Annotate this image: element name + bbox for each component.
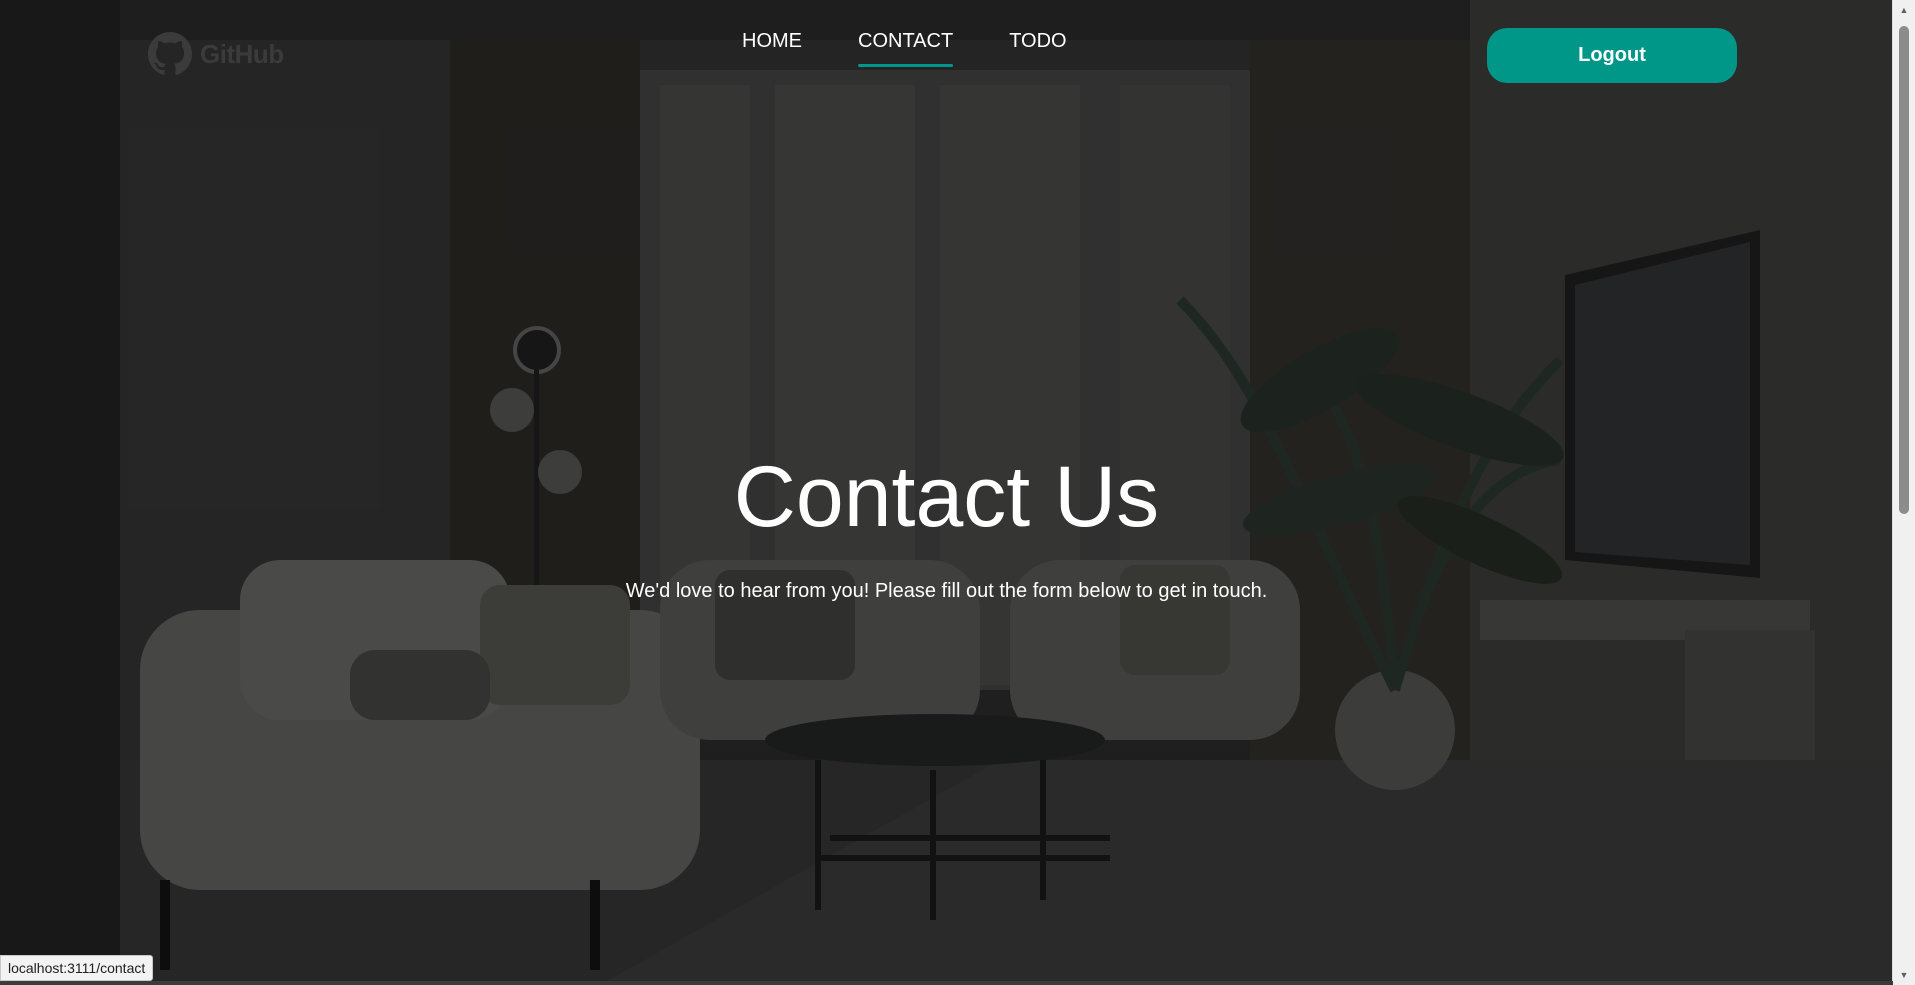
page-bottom-edge — [0, 981, 1893, 985]
page-title: Contact Us — [733, 449, 1160, 545]
nav-contact[interactable]: CONTACT — [858, 30, 954, 67]
scroll-down-arrow-icon[interactable]: ▼ — [1893, 965, 1915, 985]
main-nav: HOME CONTACT TODO — [742, 30, 1067, 67]
logout-button[interactable]: Logout — [1487, 28, 1737, 83]
browser-viewport: GitHub HOME CONTACT TODO Logout Contact … — [0, 0, 1915, 985]
scrollbar-thumb[interactable] — [1899, 26, 1909, 514]
scroll-up-arrow-icon[interactable]: ▲ — [1893, 0, 1915, 20]
nav-home[interactable]: HOME — [742, 30, 802, 67]
brand-label: GitHub — [200, 38, 284, 69]
nav-todo[interactable]: TODO — [1009, 30, 1066, 67]
page-subtitle: We'd love to hear from you! Please fill … — [625, 580, 1268, 602]
vertical-scrollbar[interactable]: ▲ ▼ — [1892, 0, 1915, 985]
github-icon — [148, 32, 192, 75]
status-bar-url: localhost:3111/contact — [0, 955, 154, 981]
brand-logo[interactable]: GitHub — [148, 32, 284, 76]
